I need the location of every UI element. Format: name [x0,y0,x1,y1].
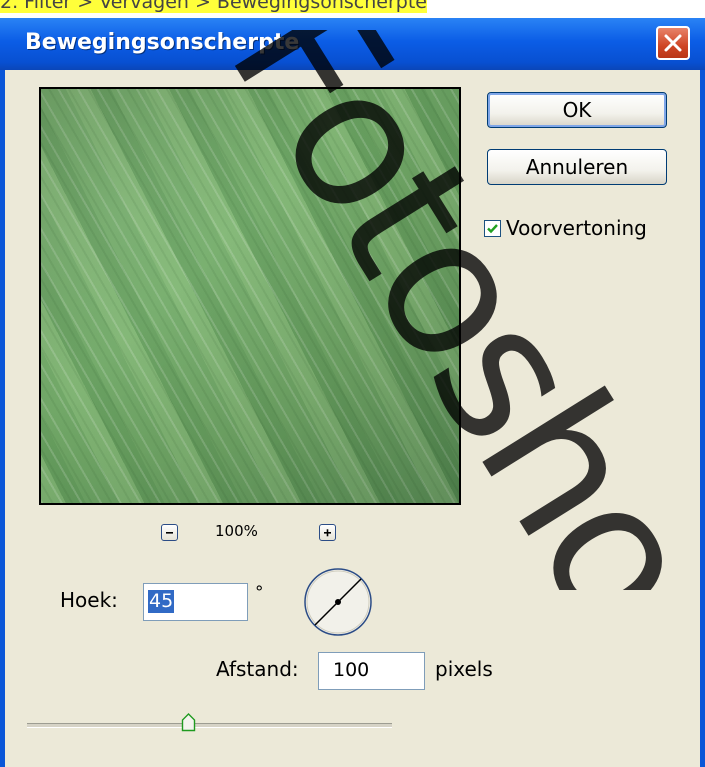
zoom-in-button[interactable] [319,524,336,541]
plus-icon [324,529,331,537]
distance-unit: pixels [435,657,493,681]
ok-button[interactable]: OK [487,92,667,128]
dialog-window: Bewegingsonscherpte 100% OK Annuleren Vo… [0,18,705,767]
caption-text: 2. Filter > Vervagen > Bewegingsonscherp… [0,0,427,13]
title-bar[interactable]: Bewegingsonscherpte [0,18,705,70]
checkmark-icon [487,224,498,234]
angle-input[interactable]: 45 [143,583,248,621]
dialog-title: Bewegingsonscherpte [25,30,300,55]
angle-value: 45 [148,590,175,613]
distance-slider-track[interactable] [27,723,392,728]
preview-texture [41,89,459,503]
angle-dial[interactable] [298,562,378,642]
minus-icon [166,532,173,534]
dialog-body: 100% OK Annuleren Voorvertoning Hoek: 45… [5,30,705,767]
close-x-icon [664,34,682,52]
distance-value: 100 [333,659,370,681]
degree-symbol: ° [255,583,264,603]
distance-slider-thumb[interactable] [181,713,196,732]
cancel-button[interactable]: Annuleren [487,149,667,185]
close-button[interactable] [656,26,690,60]
zoom-level: 100% [215,522,258,540]
distance-input[interactable]: 100 [318,652,425,690]
preview-checkbox-label: Voorvertoning [506,216,647,240]
preview-image[interactable] [39,87,461,505]
angle-label: Hoek: [60,588,118,612]
preview-checkbox[interactable] [484,220,501,237]
zoom-out-button[interactable] [161,524,178,541]
distance-label: Afstand: [216,657,299,681]
caption-strip: 2. Filter > Vervagen > Bewegingsonscherp… [0,0,705,18]
